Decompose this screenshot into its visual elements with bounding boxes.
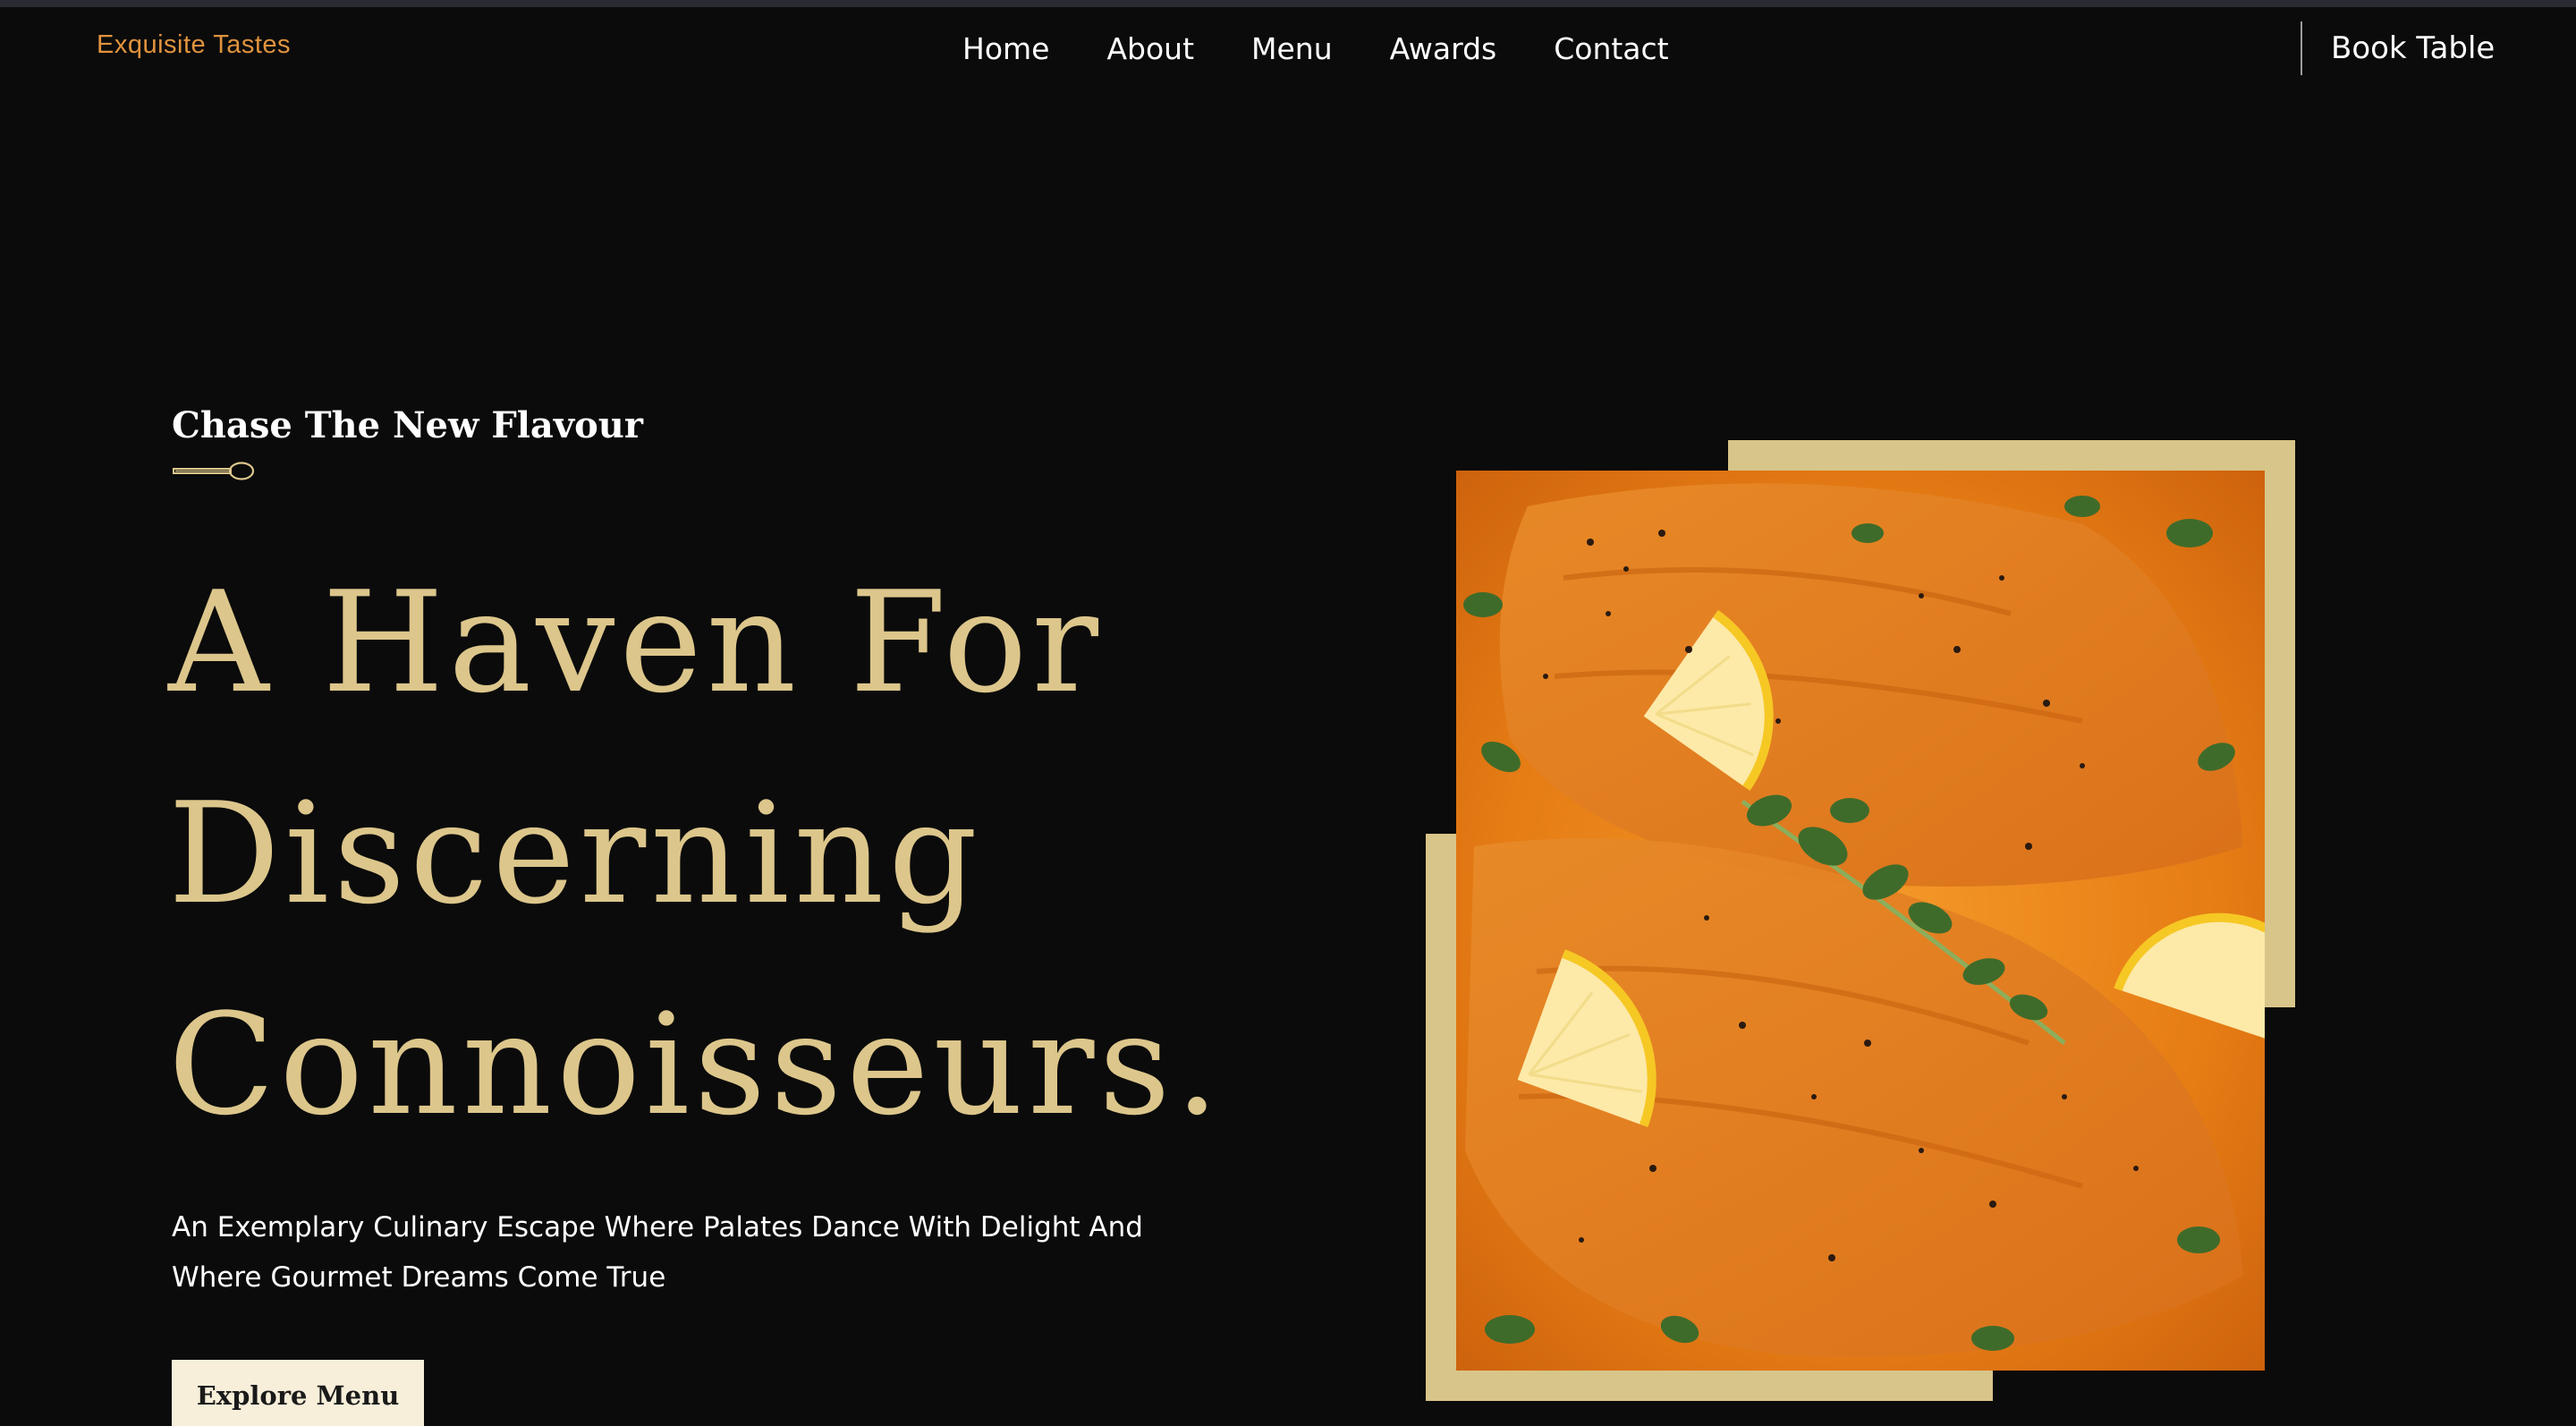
hero-subtitle-line-2: Where Gourmet Dreams Come True xyxy=(172,1261,666,1294)
explore-menu-button[interactable]: Explore Menu xyxy=(172,1360,424,1426)
book-table-button[interactable]: Book Table xyxy=(2331,27,2495,70)
main-nav: Home About Menu Awards Contact xyxy=(962,27,1669,70)
nav-item-about[interactable]: About xyxy=(1106,31,1194,66)
hero-title-line-3: Connoisseurs. xyxy=(168,983,1224,1146)
hero-title: A Haven For Discerning Connoisseurs. xyxy=(168,537,1241,1170)
nav-item-awards[interactable]: Awards xyxy=(1390,31,1497,66)
hero-title-line-2: Discerning xyxy=(168,772,982,935)
nav-item-home[interactable]: Home xyxy=(962,31,1049,66)
brand-logo[interactable]: Exquisite Tastes xyxy=(97,30,291,60)
nav-item-contact[interactable]: Contact xyxy=(1554,31,1668,66)
hero-title-line-1: A Haven For xyxy=(168,561,1104,724)
browser-top-strip xyxy=(0,0,2576,7)
nav-item-menu[interactable]: Menu xyxy=(1251,31,1333,66)
hero-tagline: Chase The New Flavour xyxy=(172,404,643,446)
hero-subtitle: An Exemplary Culinary Escape Where Palat… xyxy=(172,1202,1281,1303)
hero-food-image xyxy=(1456,471,2265,1371)
hero-subtitle-line-1: An Exemplary Culinary Escape Where Palat… xyxy=(172,1211,1143,1244)
spoon-icon xyxy=(173,462,255,480)
header-divider xyxy=(2301,21,2302,75)
